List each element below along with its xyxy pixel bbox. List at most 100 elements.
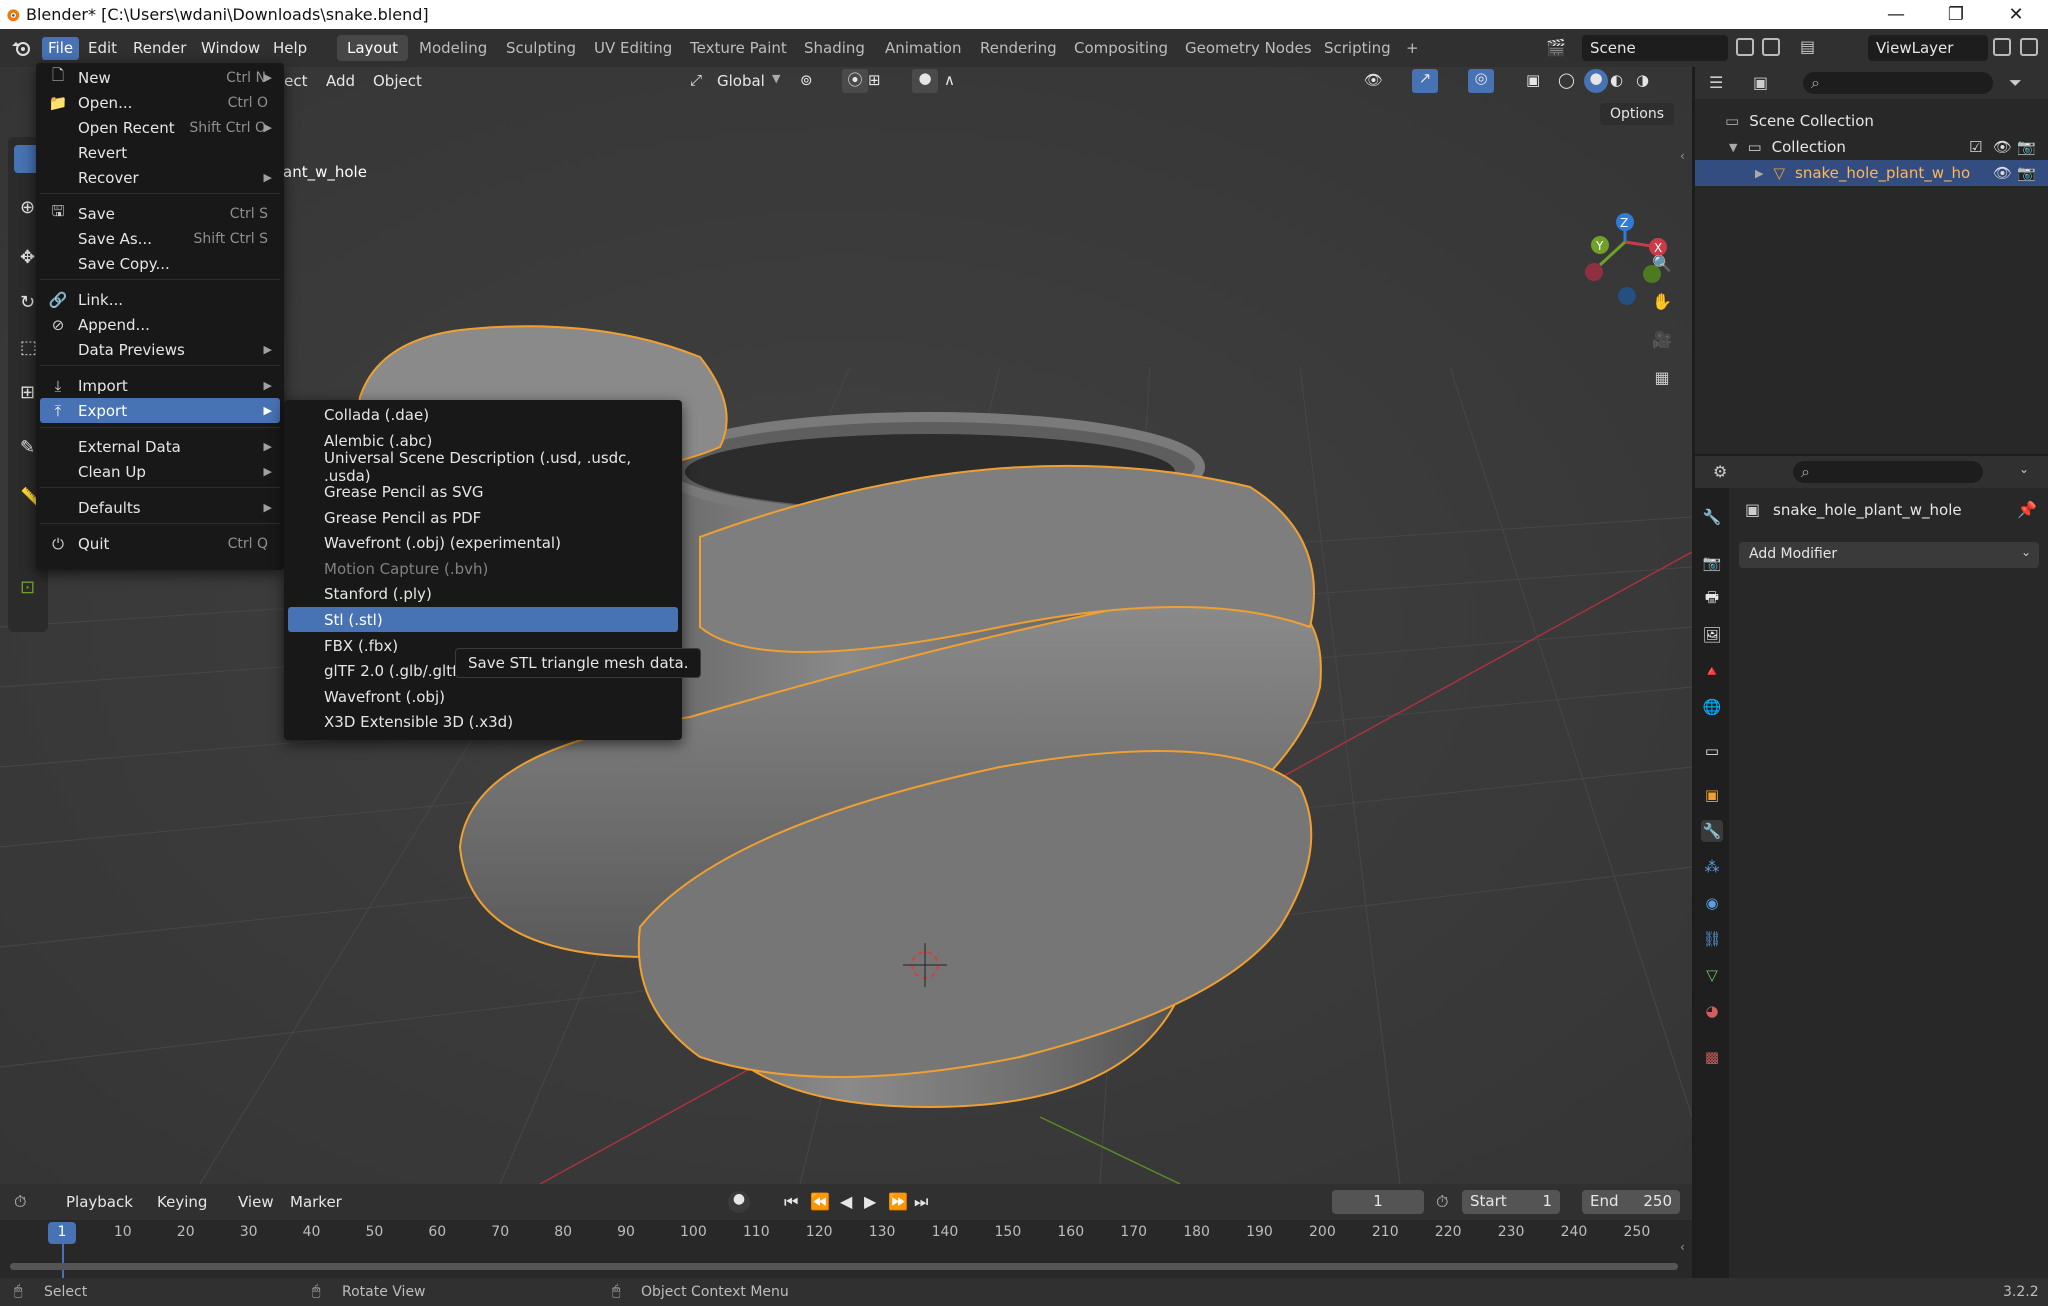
menu-item-data-previews[interactable]: Data Previews ▶ [40,337,280,362]
sidebar-toggle-icon[interactable]: ‹ [1680,149,1685,163]
menu-item-save[interactable]: 🖫 Save Ctrl S [40,201,280,226]
outliner-search-input[interactable] [1803,72,1993,94]
timeline-tick-label[interactable]: 180 [1183,1224,1210,1240]
display-mode-icon[interactable]: ▣ [1753,73,1768,92]
timeline-tick-label[interactable]: 250 [1624,1224,1651,1240]
tab-rendering[interactable]: Rendering [970,35,1067,61]
end-frame-field[interactable]: End 250 [1582,1190,1680,1214]
material-shading-icon[interactable]: ◐ [1610,71,1623,89]
timeline-tick-label[interactable]: 220 [1435,1224,1462,1240]
export-grease-pencil-svg[interactable]: Grease Pencil as SVG [288,479,678,504]
camera-render-icon[interactable]: 📷 [2017,138,2036,156]
object-menu[interactable]: Object [373,72,422,90]
timeline-tick-label[interactable]: 80 [554,1224,572,1240]
jump-end-icon[interactable]: ⏭ [914,1192,928,1212]
eye-icon[interactable]: 👁 [1993,138,2012,156]
menu-item-quit[interactable]: ⏻ Quit Ctrl Q [40,531,280,556]
menu-item-revert[interactable]: Revert [40,140,280,165]
remove-view-layer-icon[interactable] [2020,38,2038,56]
tab-uv-editing[interactable]: UV Editing [584,35,682,61]
timeline-tick-label[interactable]: 60 [428,1224,446,1240]
material-tab-icon[interactable]: ◕ [1701,1000,1723,1022]
timeline-tick-label[interactable]: 170 [1120,1224,1147,1240]
properties-search-input[interactable] [1793,461,1983,483]
falloff-icon[interactable]: ∧ [944,71,955,89]
perspective-toggle-icon[interactable]: ▦ [1646,361,1678,393]
timeline-tick-label[interactable]: 40 [303,1224,321,1240]
visibility-icon[interactable]: 👁 [1364,71,1383,89]
menu-edit[interactable]: Edit [82,37,123,60]
timeline-tick-label[interactable]: 10 [114,1224,132,1240]
collapse-arrow-icon[interactable]: ‹ [1680,1240,1685,1254]
tree-row-object[interactable]: ▶ ▽ snake_hole_plant_w_ho 👁 📷 [1695,160,2048,186]
timeline-tick-label[interactable]: 90 [617,1224,635,1240]
timeline-tick-label[interactable]: 130 [869,1224,896,1240]
expand-arrow-icon[interactable]: ▼ [1729,141,1737,154]
xray-icon[interactable]: ▣ [1526,71,1540,89]
timeline-tick-label[interactable]: 200 [1309,1224,1336,1240]
rotate-tool[interactable]: ↻ [20,292,35,313]
texture-tab-icon[interactable]: ▩ [1701,1046,1723,1068]
add-modifier-button[interactable]: Add Modifier ⌄ [1739,542,2039,568]
snap-target-icon[interactable]: ⊞ [868,71,881,89]
particles-tab-icon[interactable]: ⁂ [1701,856,1723,878]
timeline-tick-label[interactable]: 100 [680,1224,707,1240]
scene-icon[interactable]: 🎬 [1546,38,1566,57]
export-stl[interactable]: Stl (.stl) [288,607,678,632]
maximize-button[interactable]: ❐ [1926,0,1986,29]
chevron-down-icon[interactable]: ⌄ [2019,462,2029,476]
timeline-tick-label[interactable]: 30 [240,1224,258,1240]
constraints-tab-icon[interactable]: ⛓ [1701,928,1723,950]
pivot-icon[interactable]: ⊚ [800,71,813,89]
export-wavefront[interactable]: Wavefront (.obj) [288,684,678,709]
tab-texture-paint[interactable]: Texture Paint [680,35,797,61]
data-tab-icon[interactable]: ▽ [1701,964,1723,986]
menu-item-clean-up[interactable]: Clean Up ▶ [40,459,280,484]
checkbox-icon[interactable]: ☑ [1969,138,1982,156]
export-usd[interactable]: Universal Scene Description (.usd, .usdc… [288,449,678,485]
tab-shading[interactable]: Shading [794,35,875,61]
zoom-icon[interactable]: 🔍 [1646,247,1678,279]
scale-tool[interactable]: ⬚ [20,337,37,358]
pan-hand-icon[interactable]: ✋ [1646,285,1678,317]
export-collada[interactable]: Collada (.dae) [288,402,678,427]
world-tab-icon[interactable]: 🌐 [1701,696,1723,718]
menu-window[interactable]: Window [195,37,266,60]
scene-tab-icon[interactable]: 🔺 [1701,660,1723,682]
editor-type-icon[interactable]: ☰ [1709,73,1723,92]
tab-sculpting[interactable]: Sculpting [496,35,586,61]
cursor-tool[interactable]: ⊕ [20,197,35,218]
timeline-tick-label[interactable]: 20 [177,1224,195,1240]
export-ply[interactable]: Stanford (.ply) [288,581,678,606]
filter-icon[interactable]: ⏷ [2009,73,2022,93]
timeline-tick-label[interactable]: 160 [1057,1224,1084,1240]
menu-item-external-data[interactable]: External Data ▶ [40,434,280,459]
tree-row-collection[interactable]: ▼ ▭ Collection ☑ 👁 📷 [1695,134,2048,160]
tree-row-scene-collection[interactable]: ▭ Scene Collection [1695,108,2048,134]
expand-arrow-icon[interactable]: ▶ [1755,167,1763,180]
timeline-tick-label[interactable]: 150 [995,1224,1022,1240]
transform-tool[interactable]: ⊞ [20,382,35,403]
view-layer-tab-icon[interactable]: 🖼 [1701,624,1723,646]
prev-keyframe-icon[interactable]: ⏪ [810,1192,830,1211]
current-frame-field[interactable]: 1 [1332,1190,1424,1214]
menu-item-new[interactable]: 🗋 New Ctrl N ▶ [40,65,280,90]
camera-view-icon[interactable]: 🎥 [1646,323,1678,355]
view-menu[interactable]: View [238,1193,274,1211]
menu-help[interactable]: Help [267,37,313,60]
camera-render-icon[interactable]: 📷 [2017,164,2036,182]
menu-item-save-as[interactable]: Save As... Shift Ctrl S [40,226,280,251]
menu-item-save-copy[interactable]: Save Copy... [40,251,280,276]
add-menu[interactable]: Add [326,72,355,90]
menu-item-link[interactable]: 🔗 Link... [40,287,280,312]
gizmo-toggle-icon[interactable]: ↗ [1412,69,1438,93]
tab-animation[interactable]: Animation [875,35,971,61]
overlay-toggle-icon[interactable]: ◎ [1468,69,1494,93]
export-wavefront-experimental[interactable]: Wavefront (.obj) (experimental) [288,530,678,555]
timeline-tick-label[interactable]: 210 [1372,1224,1399,1240]
marker-menu[interactable]: Marker [290,1193,342,1211]
add-workspace-button[interactable]: + [1396,35,1429,61]
collection-tab-icon[interactable]: ▭ [1701,740,1723,762]
transform-orientation-dropdown[interactable]: Global [717,72,765,90]
clock-icon[interactable]: ⏱ [1436,1192,1448,1212]
